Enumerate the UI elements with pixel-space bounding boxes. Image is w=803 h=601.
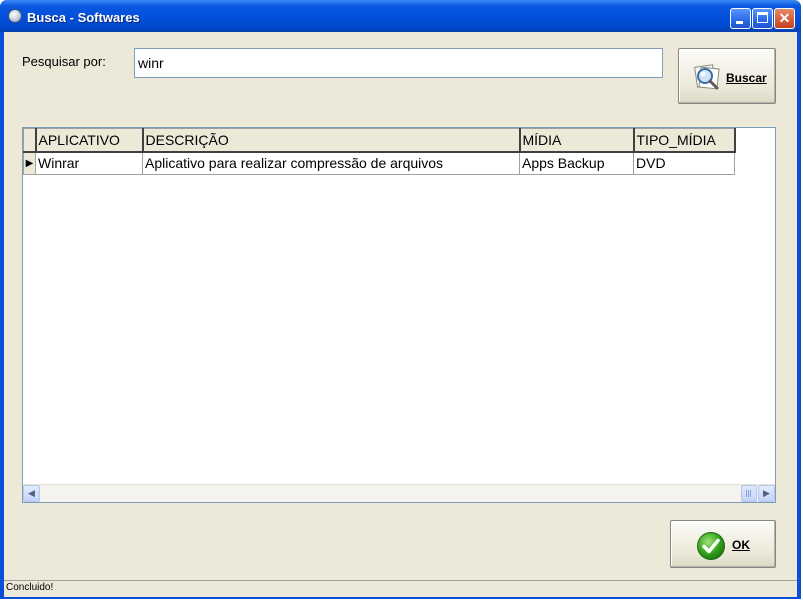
results-table: APLICATIVO DESCRIÇÃO MÍDIA TIPO_MÍDIA ▶ …	[23, 128, 736, 175]
cell-midia[interactable]: Apps Backup	[519, 151, 634, 175]
minimize-button[interactable]	[730, 8, 751, 29]
green-check-icon	[697, 532, 725, 560]
column-header-tipo-midia[interactable]: TIPO_MÍDIA	[633, 128, 736, 153]
indicator-header	[23, 128, 37, 153]
column-header-descricao[interactable]: DESCRIÇÃO	[142, 128, 521, 153]
column-header-aplicativo[interactable]: APLICATIVO	[35, 128, 144, 153]
app-icon[interactable]	[8, 9, 22, 23]
search-button[interactable]: Buscar	[678, 48, 776, 104]
magnifier-icon	[694, 64, 720, 90]
cell-aplicativo[interactable]: Winrar	[35, 151, 143, 175]
header-row: APLICATIVO DESCRIÇÃO MÍDIA TIPO_MÍDIA	[23, 128, 736, 153]
cell-descricao[interactable]: Aplicativo para realizar compressão de a…	[142, 151, 520, 175]
cell-tipo-midia[interactable]: DVD	[633, 151, 735, 175]
triangle-right-icon: ▶	[25, 157, 34, 169]
column-header-midia[interactable]: MÍDIA	[519, 128, 635, 153]
title-bar[interactable]: Busca - Softwares ✕	[0, 0, 801, 32]
horizontal-scrollbar[interactable]: ◀ ▶	[23, 484, 775, 502]
row-indicator: ▶	[23, 151, 36, 175]
table-row[interactable]: ▶ Winrar Aplicativo para realizar compre…	[23, 151, 735, 175]
dialog-body: Pesquisar por: Buscar APLICATIVO DESCRIÇ…	[4, 32, 797, 597]
maximize-icon	[757, 12, 768, 23]
close-button[interactable]: ✕	[774, 8, 795, 29]
chevron-right-icon: ▶	[763, 488, 770, 498]
ok-button[interactable]: OK	[670, 520, 776, 568]
results-grid[interactable]: APLICATIVO DESCRIÇÃO MÍDIA TIPO_MÍDIA ▶ …	[22, 127, 776, 503]
status-text: Concluido!	[6, 582, 54, 593]
chevron-left-icon: ◀	[28, 488, 35, 498]
window-title: Busca - Softwares	[27, 10, 140, 25]
search-label: Pesquisar por:	[22, 54, 106, 69]
status-bar: Concluido!	[4, 580, 797, 597]
scroll-left-button[interactable]: ◀	[23, 485, 40, 502]
close-icon: ✕	[778, 10, 791, 26]
search-input[interactable]	[134, 48, 663, 78]
scroll-thumb[interactable]	[741, 485, 757, 502]
ok-button-label: OK	[732, 538, 750, 552]
dialog-window: Busca - Softwares ✕ Pesquisar por: Busca…	[0, 0, 801, 599]
maximize-button[interactable]	[752, 8, 773, 29]
minimize-icon	[736, 21, 743, 24]
search-button-label: Buscar	[726, 71, 767, 85]
scroll-right-button[interactable]: ▶	[758, 485, 775, 502]
